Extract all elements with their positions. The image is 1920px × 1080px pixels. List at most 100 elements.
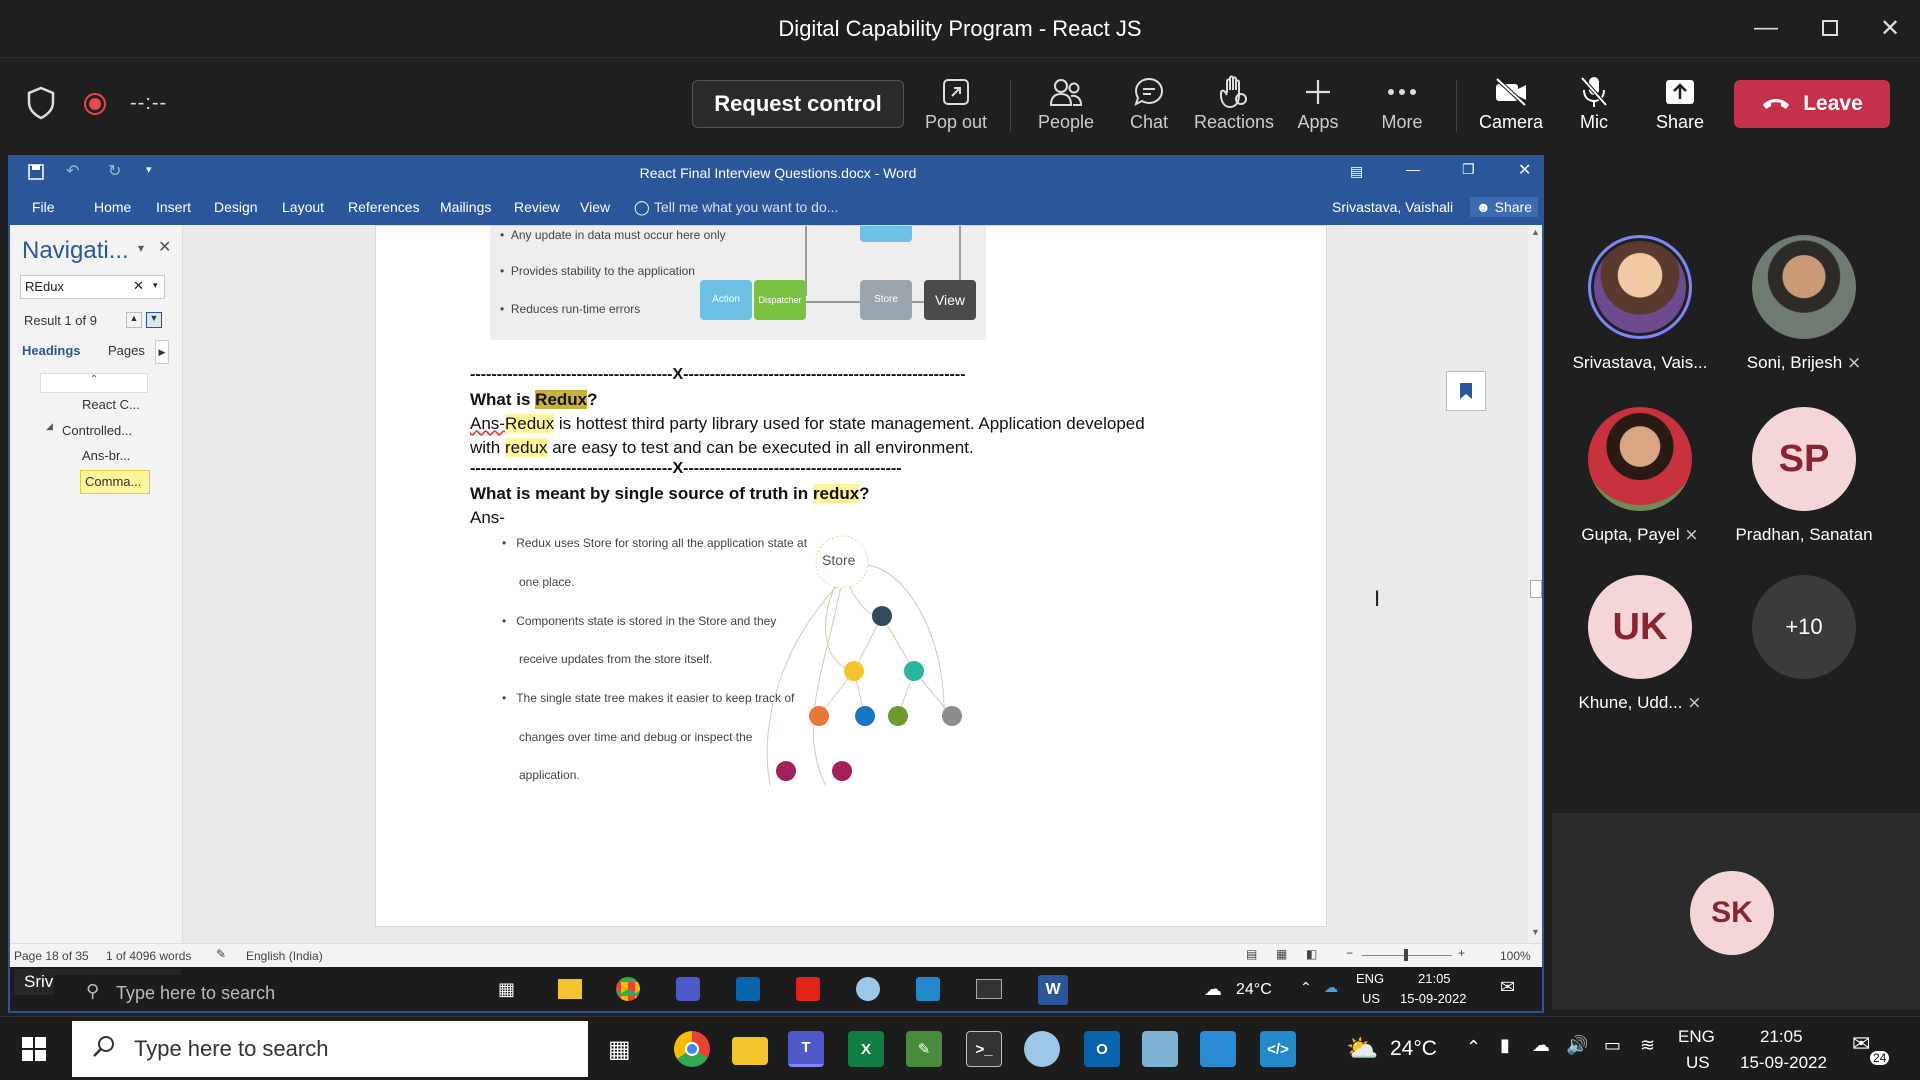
people-button[interactable]: People (1026, 74, 1106, 140)
file-explorer-taskbar-icon[interactable] (732, 1037, 768, 1065)
reactions-button[interactable]: Reactions (1194, 74, 1274, 140)
tab-home[interactable]: Home (94, 199, 131, 215)
taskbar-region[interactable]: US (1686, 1053, 1710, 1073)
mic-button[interactable]: Mic (1554, 74, 1634, 140)
tray-chevron-icon[interactable]: ⌃ (1466, 1037, 1481, 1058)
notification-icon[interactable]: ✉ (1852, 1031, 1870, 1057)
more-participants-tile[interactable]: +10 (1714, 575, 1894, 679)
zoom-out-button[interactable]: − (1346, 946, 1353, 960)
chrome-taskbar-icon[interactable] (674, 1031, 710, 1067)
clear-search-icon[interactable]: ✕ (133, 278, 144, 294)
excel-taskbar-icon[interactable]: X (848, 1031, 884, 1067)
nav-heading-item[interactable]: React C... (82, 397, 140, 412)
zoom-level[interactable]: 100% (1500, 949, 1531, 963)
apps-button[interactable]: Apps (1278, 74, 1358, 140)
scrollbar-thumb[interactable] (1530, 580, 1542, 598)
tray-onedrive-icon[interactable]: ☁ (1532, 1035, 1550, 1056)
tell-me-box[interactable]: Tell me what you want to do... (654, 199, 838, 215)
outlook-taskbar-icon[interactable]: O (1084, 1031, 1120, 1067)
chat-button[interactable]: Chat (1109, 74, 1189, 140)
mic-off-icon: ⨯ (1687, 693, 1702, 712)
paint-taskbar-icon[interactable] (1024, 1031, 1060, 1067)
print-layout-icon[interactable]: ▦ (1276, 947, 1287, 961)
participant-tile[interactable]: Srivastava, Vais... (1550, 235, 1730, 373)
web-layout-icon[interactable]: ◧ (1306, 947, 1317, 961)
tab-layout[interactable]: Layout (282, 199, 324, 215)
store-label: Store (822, 552, 856, 568)
taskbar-temperature[interactable]: 24°C (1390, 1037, 1437, 1061)
zoom-slider-thumb[interactable] (1404, 949, 1408, 961)
teams-taskbar-icon[interactable]: T (788, 1031, 824, 1067)
document-scrollbar[interactable]: ▲ ▼ (1528, 225, 1542, 943)
taskbar-lang[interactable]: ENG (1678, 1027, 1715, 1047)
minimize-button[interactable]: — (1746, 10, 1786, 46)
close-button[interactable]: ✕ (1870, 10, 1910, 46)
leave-button[interactable]: Leave (1734, 80, 1890, 128)
word-user-name[interactable]: Srivastava, Vaishali (1332, 199, 1453, 215)
nav-search-input[interactable]: REdux ✕ ▾ (20, 275, 165, 299)
teams-window: Digital Capability Program - React JS — … (0, 0, 1920, 1080)
page-count[interactable]: Page 18 of 35 (14, 949, 89, 963)
nav-heading-item[interactable]: Controlled... (62, 423, 132, 438)
tab-mailings[interactable]: Mailings (440, 199, 491, 215)
tray-mic-icon[interactable]: ▮ (1500, 1035, 1510, 1056)
next-result-button[interactable]: ▼ (146, 312, 162, 328)
nav-options-icon[interactable]: ▾ (138, 241, 144, 255)
self-video-tile[interactable]: SK (1552, 813, 1920, 1010)
word-close-button[interactable]: ✕ (1518, 160, 1531, 180)
taskbar-time[interactable]: 21:05 (1760, 1027, 1803, 1047)
word-restore-button[interactable]: ❐ (1462, 161, 1475, 178)
participant-tile[interactable]: Gupta, Payel ⨯ (1550, 407, 1730, 545)
task-view-icon[interactable]: ▦ (608, 1035, 631, 1064)
read-mode-icon[interactable]: ▤ (1246, 947, 1257, 961)
snip-taskbar-icon[interactable]: ✎ (906, 1031, 942, 1067)
tab-review[interactable]: Review (514, 199, 560, 215)
nav-close-icon[interactable]: ✕ (158, 237, 171, 257)
window-title: Digital Capability Program - React JS (778, 16, 1142, 41)
inner-tray-chevron-icon: ⌃ (1300, 979, 1312, 995)
ribbon-display-icon[interactable]: ▤ (1350, 163, 1363, 180)
request-control-button[interactable]: Request control (692, 80, 904, 128)
tab-view[interactable]: View (580, 199, 610, 215)
word-share-button[interactable]: ☻ Share (1470, 197, 1538, 217)
windows-start-icon[interactable] (22, 1037, 46, 1066)
terminal-taskbar-icon[interactable]: >_ (966, 1031, 1002, 1067)
weather-icon[interactable]: ⛅ (1346, 1033, 1378, 1064)
tab-insert[interactable]: Insert (156, 199, 191, 215)
nav-heading-item-selected[interactable]: Comma... (80, 470, 150, 494)
participant-tile[interactable]: Soni, Brijesh ⨯ (1714, 235, 1894, 373)
tab-file[interactable]: File (32, 199, 55, 215)
tab-headings[interactable]: Headings (22, 343, 81, 358)
remote-desktop-taskbar-icon[interactable] (1200, 1031, 1236, 1067)
expand-triangle-icon[interactable]: ◢ (46, 421, 53, 432)
pop-out-button[interactable]: Pop out (916, 74, 996, 140)
word-minimize-button[interactable]: — (1406, 161, 1420, 177)
bookmark-icon[interactable] (1446, 371, 1486, 411)
shield-icon[interactable] (26, 86, 56, 125)
participant-tile[interactable]: UK Khune, Udd... ⨯ (1550, 575, 1730, 713)
camera-button[interactable]: Camera (1471, 74, 1551, 140)
nav-heading-item[interactable]: Ans-br... (82, 448, 130, 463)
tab-references[interactable]: References (348, 199, 420, 215)
taskbar-date[interactable]: 15-09-2022 (1740, 1053, 1827, 1073)
tab-pages[interactable]: Pages (108, 343, 145, 358)
tray-battery-icon[interactable]: ▭ (1604, 1035, 1621, 1056)
search-dropdown-icon[interactable]: ▾ (153, 280, 158, 291)
tray-volume-icon[interactable]: 🔊 (1566, 1035, 1588, 1056)
more-button[interactable]: More (1362, 74, 1442, 140)
tab-design[interactable]: Design (214, 199, 258, 215)
language-status[interactable]: English (India) (246, 949, 323, 963)
maximize-button[interactable] (1810, 10, 1850, 46)
prev-result-button[interactable]: ▲ (126, 312, 142, 328)
vscode-taskbar-icon[interactable]: </> (1260, 1031, 1296, 1067)
nav-collapse-bar[interactable]: ⌃ (40, 373, 148, 393)
share-button[interactable]: Share (1640, 74, 1720, 140)
participant-tile[interactable]: SP Pradhan, Sanatan (1714, 407, 1894, 545)
nav-tab-scroll-icon[interactable]: ▶ (155, 340, 169, 364)
taskbar-search-box[interactable]: Type here to search (72, 1021, 588, 1077)
tray-wifi-icon[interactable]: ≋ (1640, 1035, 1655, 1056)
app-taskbar-icon[interactable] (1142, 1031, 1178, 1067)
zoom-in-button[interactable]: + (1458, 946, 1465, 960)
word-count[interactable]: 1 of 4096 words (106, 949, 191, 963)
proofing-icon[interactable]: ✎ (216, 947, 226, 961)
